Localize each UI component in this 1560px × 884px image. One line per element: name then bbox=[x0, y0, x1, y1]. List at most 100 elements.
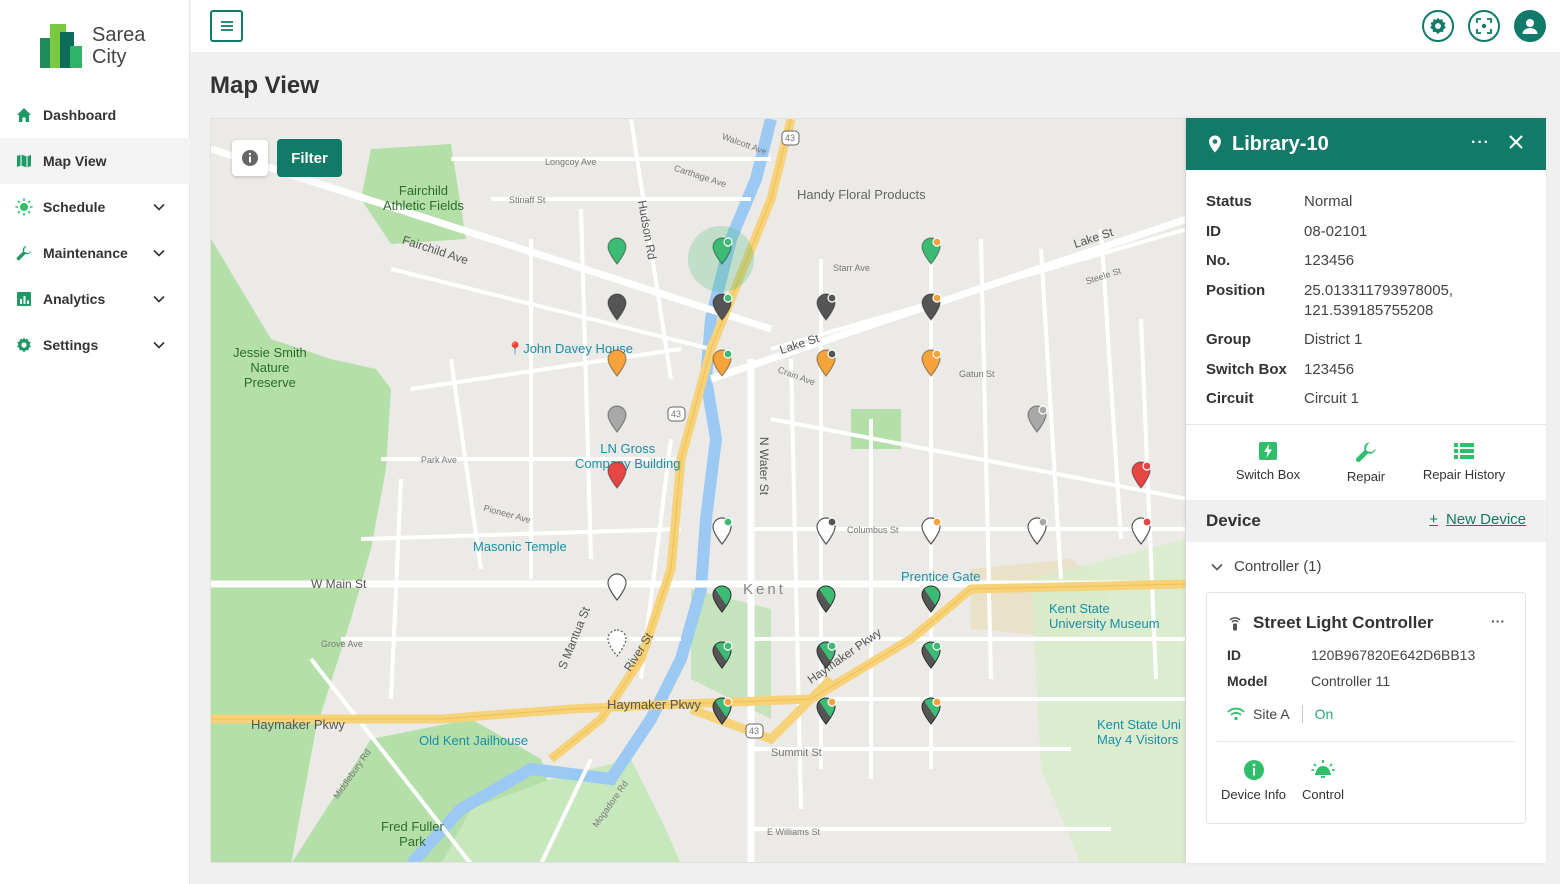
light-marker[interactable] bbox=[815, 585, 837, 615]
road-starr-ave: Starr Ave bbox=[833, 263, 870, 273]
more-options-icon[interactable]: ··· bbox=[1491, 613, 1505, 629]
sidebar-item-label: Analytics bbox=[43, 291, 106, 307]
place-handy-text: Handy Floral Products bbox=[797, 187, 926, 202]
fullscreen-button[interactable] bbox=[1468, 10, 1500, 42]
sidebar-item-schedule[interactable]: Schedule bbox=[0, 184, 190, 230]
app-logo[interactable]: Sarea City bbox=[40, 24, 160, 70]
light-marker[interactable] bbox=[815, 349, 837, 379]
light-marker[interactable] bbox=[711, 641, 733, 671]
chevron-down-icon[interactable] bbox=[152, 200, 166, 214]
home-icon bbox=[15, 106, 33, 124]
light-marker[interactable] bbox=[606, 573, 628, 603]
settings-button[interactable] bbox=[1422, 10, 1454, 42]
light-marker[interactable] bbox=[1130, 517, 1152, 547]
light-marker[interactable] bbox=[711, 237, 733, 267]
place-old-kent[interactable]: Old Kent Jailhouse bbox=[419, 733, 528, 748]
more-options-icon[interactable]: ··· bbox=[1471, 134, 1490, 152]
light-marker[interactable] bbox=[606, 461, 628, 491]
switch-box-button[interactable]: Switch Box bbox=[1219, 425, 1317, 500]
light-marker[interactable] bbox=[711, 697, 733, 727]
close-icon[interactable] bbox=[1506, 132, 1526, 152]
road-grove-ave: Grove Ave bbox=[321, 639, 363, 649]
device-id-row: ID 120B967820E642D6BB13 bbox=[1227, 647, 1475, 663]
sidebar: Sarea City Dashboard Map View Schedule M… bbox=[0, 0, 190, 884]
place-prentice-gate[interactable]: Prentice Gate bbox=[901, 569, 981, 584]
light-marker[interactable] bbox=[606, 405, 628, 435]
chevron-down-icon[interactable] bbox=[152, 292, 166, 306]
sidebar-item-settings[interactable]: Settings bbox=[0, 322, 190, 368]
road-n-water-st: N Water St bbox=[757, 436, 772, 496]
info-icon bbox=[1243, 760, 1264, 780]
road-w-main-st: W Main St bbox=[311, 577, 367, 591]
map-canvas[interactable]: 43 43 43 Fairchild Athletic Fields Jessi… bbox=[210, 118, 1186, 863]
logo-line1: Sarea bbox=[92, 24, 146, 46]
info-icon bbox=[242, 150, 258, 166]
light-marker[interactable] bbox=[606, 237, 628, 267]
panel-actions: Switch Box Repair Repair History bbox=[1186, 424, 1546, 500]
prop-value: 25.013311793978005, 121.539185755208 bbox=[1304, 281, 1454, 319]
device-info-button[interactable]: Device Info bbox=[1221, 759, 1286, 802]
wifi-icon bbox=[1227, 707, 1245, 721]
sidebar-item-analytics[interactable]: Analytics bbox=[0, 276, 190, 322]
chart-icon bbox=[15, 290, 33, 308]
road-gatun-st: Gatun St bbox=[959, 369, 995, 379]
place-handy-floral[interactable]: Handy Floral Products bbox=[797, 187, 926, 202]
light-marker[interactable] bbox=[711, 585, 733, 615]
light-marker[interactable] bbox=[920, 237, 942, 267]
top-actions bbox=[1422, 10, 1546, 42]
new-device-link[interactable]: + New Device bbox=[1429, 511, 1526, 528]
light-marker[interactable] bbox=[815, 697, 837, 727]
sidebar-item-maintenance[interactable]: Maintenance bbox=[0, 230, 190, 276]
light-marker[interactable] bbox=[711, 349, 733, 379]
place-kent-visitors[interactable]: Kent State Uni May 4 Visitors bbox=[1097, 717, 1181, 747]
controller-group-toggle[interactable]: Controller (1) bbox=[1210, 558, 1322, 575]
light-marker[interactable] bbox=[1026, 517, 1048, 547]
prop-circuit: Circuit Circuit 1 bbox=[1206, 389, 1526, 409]
light-marker[interactable] bbox=[920, 697, 942, 727]
device-state: On bbox=[1314, 706, 1334, 722]
new-device-label: New Device bbox=[1445, 511, 1526, 528]
plus-icon: + bbox=[1429, 511, 1438, 528]
control-button[interactable]: Control bbox=[1302, 759, 1344, 802]
light-marker[interactable] bbox=[606, 293, 628, 323]
user-account-button[interactable] bbox=[1514, 10, 1546, 42]
prop-key: Group bbox=[1206, 331, 1251, 348]
road-haymaker-pkwy: Haymaker Pkwy bbox=[607, 697, 701, 712]
place-kent-museum[interactable]: Kent State University Museum bbox=[1049, 601, 1160, 631]
filter-button[interactable]: Filter bbox=[277, 139, 342, 177]
light-marker[interactable] bbox=[920, 517, 942, 547]
light-marker[interactable] bbox=[606, 349, 628, 379]
light-marker[interactable] bbox=[606, 629, 628, 659]
device-card-title: Street Light Controller bbox=[1227, 613, 1433, 633]
light-marker[interactable] bbox=[1026, 405, 1048, 435]
light-marker[interactable] bbox=[815, 641, 837, 671]
device-site: Site A bbox=[1253, 706, 1290, 722]
repair-button[interactable]: Repair bbox=[1317, 425, 1415, 500]
prop-key: No. bbox=[1206, 252, 1231, 269]
sidebar-item-map-view[interactable]: Map View bbox=[0, 138, 190, 184]
prop-value: Normal bbox=[1304, 193, 1353, 210]
light-marker[interactable] bbox=[920, 585, 942, 615]
sidebar-item-dashboard[interactable]: Dashboard bbox=[0, 92, 190, 138]
place-masonic[interactable]: Masonic Temple bbox=[473, 539, 567, 554]
light-marker[interactable] bbox=[920, 641, 942, 671]
chevron-down-icon[interactable] bbox=[152, 246, 166, 260]
menu-toggle-button[interactable] bbox=[210, 10, 243, 42]
device-id-value: 120B967820E642D6BB13 bbox=[1311, 647, 1476, 663]
light-marker[interactable] bbox=[815, 517, 837, 547]
light-marker[interactable] bbox=[711, 517, 733, 547]
place-kent: Kent bbox=[743, 581, 786, 598]
page-title: Map View bbox=[210, 72, 319, 99]
repair-history-button[interactable]: Repair History bbox=[1415, 425, 1513, 500]
light-marker[interactable] bbox=[920, 293, 942, 323]
divider bbox=[1301, 705, 1303, 723]
chevron-down-icon[interactable] bbox=[152, 338, 166, 352]
map-info-button[interactable] bbox=[232, 140, 268, 176]
place-masonic-text: Masonic Temple bbox=[473, 539, 567, 554]
map-base bbox=[211, 119, 1185, 862]
light-marker[interactable] bbox=[1130, 461, 1152, 491]
light-marker[interactable] bbox=[711, 293, 733, 323]
fullscreen-icon bbox=[1476, 18, 1492, 34]
light-marker[interactable] bbox=[815, 293, 837, 323]
light-marker[interactable] bbox=[920, 349, 942, 379]
